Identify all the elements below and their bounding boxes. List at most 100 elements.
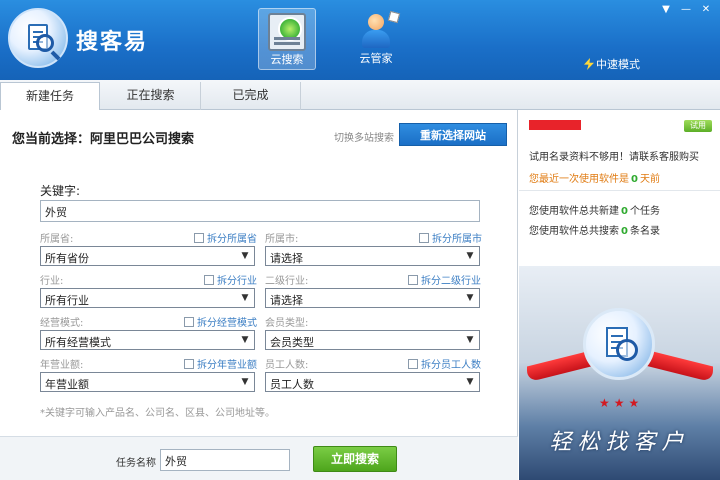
last-use-suffix: 天前 <box>639 174 660 185</box>
industry-select[interactable]: 所有行业 ▼ <box>40 288 255 308</box>
nav-cloud-manager-button[interactable]: 云管家 <box>347 8 405 70</box>
employees-label: 员工人数: <box>265 360 309 371</box>
app-title: 搜客易 <box>76 30 149 55</box>
main-panel: 您当前选择：阿里巴巴公司搜索 切换多站搜索 重新选择网站 关键字: 外贸 所属省… <box>0 110 518 480</box>
title-bar: 搜客易 云搜索 云管家 中速模式 ▼ — ✕ <box>0 0 720 80</box>
split-sub-industry-checkbox[interactable]: 拆分二级行业 <box>408 272 481 287</box>
menu-dropdown-icon[interactable]: ▼ <box>656 3 676 17</box>
business-mode-select[interactable]: 所有经营模式 ▼ <box>40 330 255 350</box>
redacted-username <box>529 120 581 130</box>
task-bar: 任务名称 外贸 立即搜索 <box>0 436 518 480</box>
checkbox-icon <box>194 233 204 243</box>
chevron-down-icon: ▼ <box>241 377 249 387</box>
member-type-select[interactable]: 会员类型 ▼ <box>265 330 480 350</box>
search-now-button[interactable]: 立即搜索 <box>313 446 397 472</box>
member-type-value: 会员类型 <box>270 336 314 349</box>
checkbox-icon <box>204 275 214 285</box>
trial-badge: 试用 <box>684 120 712 132</box>
split-city-label: 拆分所属市 <box>432 234 482 245</box>
reselect-site-button[interactable]: 重新选择网站 <box>399 123 507 146</box>
sub-industry-label: 二级行业: <box>265 276 309 287</box>
province-label: 所属省: <box>40 234 74 245</box>
checkbox-icon <box>408 275 418 285</box>
split-revenue-checkbox[interactable]: 拆分年营业额 <box>184 356 257 371</box>
tab-new-task[interactable]: 新建任务 <box>0 82 100 111</box>
split-city-checkbox[interactable]: 拆分所属市 <box>419 230 482 245</box>
task-name-input[interactable]: 外贸 <box>160 449 290 471</box>
tab-searching[interactable]: 正在搜索 <box>101 82 201 110</box>
ribbon-right <box>645 349 713 383</box>
business-mode-value: 所有经营模式 <box>45 336 111 349</box>
tasks-created-prefix: 您使用软件总共新建 <box>529 206 619 217</box>
split-employees-label: 拆分员工人数 <box>421 360 481 371</box>
nav-cloud-search-button[interactable]: 云搜索 <box>258 8 316 70</box>
revenue-select[interactable]: 年营业额 ▼ <box>40 372 255 392</box>
last-use-info: 您最近一次使用软件是 0 天前 <box>529 170 660 185</box>
keyword-input[interactable]: 外贸 <box>40 200 480 222</box>
app-logo-icon <box>8 8 68 68</box>
task-name-label: 任务名称 <box>116 458 156 469</box>
keyword-label: 关键字: <box>40 184 81 198</box>
city-label: 所属市: <box>265 234 299 245</box>
checkbox-icon <box>184 317 194 327</box>
split-business-mode-checkbox[interactable]: 拆分经营模式 <box>184 314 257 329</box>
chevron-down-icon: ▼ <box>241 293 249 303</box>
industry-value: 所有行业 <box>45 294 89 307</box>
business-mode-label: 经营模式: <box>40 318 84 329</box>
sub-industry-select[interactable]: 请选择 ▼ <box>265 288 480 308</box>
split-employees-checkbox[interactable]: 拆分员工人数 <box>408 356 481 371</box>
tab-completed[interactable]: 已完成 <box>201 82 301 110</box>
trial-notice: 试用名录资料不够用！请联系客服购买 <box>529 152 699 163</box>
tasks-created-count: 0 <box>621 206 628 217</box>
city-value: 请选择 <box>270 252 303 265</box>
tasks-created-suffix: 个任务 <box>629 206 660 217</box>
lightning-icon <box>584 58 594 70</box>
close-icon[interactable]: ✕ <box>696 3 716 17</box>
tasks-created-info: 您使用软件总共新建 0 个任务 <box>529 202 660 217</box>
current-selection: 您当前选择：阿里巴巴公司搜索 <box>12 132 195 147</box>
cloud-manager-icon <box>357 10 401 50</box>
promo-banner: ★★★ 轻松找客户 <box>519 266 720 480</box>
split-revenue-label: 拆分年营业额 <box>197 360 257 371</box>
nav-cloud-search-label: 云搜索 <box>270 53 304 66</box>
info-panel: 试用 试用名录资料不够用！请联系客服购买 您最近一次使用软件是 0 天前 您使用软件… <box>519 110 720 480</box>
speed-mode-label: 中速模式 <box>596 58 640 71</box>
divider <box>519 190 720 191</box>
employees-value: 员工人数 <box>270 378 314 391</box>
keyword-hint: *关键字可输入产品名、公司名、区县、公司地址等。 <box>40 408 275 419</box>
split-province-checkbox[interactable]: 拆分所属省 <box>194 230 257 245</box>
chevron-down-icon: ▼ <box>466 251 474 261</box>
nav-cloud-manager-label: 云管家 <box>359 52 393 65</box>
split-industry-label: 拆分行业 <box>217 276 257 287</box>
records-searched-suffix: 条名录 <box>629 226 660 237</box>
checkbox-icon <box>419 233 429 243</box>
revenue-value: 年营业额 <box>45 378 89 391</box>
employees-select[interactable]: 员工人数 ▼ <box>265 372 480 392</box>
promo-logo-icon <box>583 308 655 380</box>
last-use-days: 0 <box>631 174 638 185</box>
switch-multi-site-link[interactable]: 切换多站搜索 <box>334 129 394 144</box>
window-controls: ▼ — ✕ <box>656 2 716 17</box>
records-searched-info: 您使用软件总共搜索 0 条名录 <box>529 222 660 237</box>
promo-stars: ★★★ <box>599 396 644 410</box>
split-business-mode-label: 拆分经营模式 <box>197 318 257 329</box>
province-select[interactable]: 所有省份 ▼ <box>40 246 255 266</box>
member-type-label: 会员类型: <box>265 318 309 329</box>
cloud-search-icon <box>268 13 306 51</box>
minimize-icon[interactable]: — <box>676 3 696 17</box>
records-searched-prefix: 您使用软件总共搜索 <box>529 226 619 237</box>
chevron-down-icon: ▼ <box>466 293 474 303</box>
chevron-down-icon: ▼ <box>241 251 249 261</box>
chevron-down-icon: ▼ <box>466 335 474 345</box>
split-sub-industry-label: 拆分二级行业 <box>421 276 481 287</box>
industry-label: 行业: <box>40 276 64 287</box>
checkbox-icon <box>408 359 418 369</box>
chevron-down-icon: ▼ <box>466 377 474 387</box>
promo-slogan: 轻松找客户 <box>549 430 690 455</box>
last-use-prefix: 您最近一次使用软件是 <box>529 174 629 185</box>
city-select[interactable]: 请选择 ▼ <box>265 246 480 266</box>
records-searched-count: 0 <box>621 226 628 237</box>
split-industry-checkbox[interactable]: 拆分行业 <box>204 272 257 287</box>
speed-mode-toggle[interactable]: 中速模式 <box>584 56 640 72</box>
split-province-label: 拆分所属省 <box>207 234 257 245</box>
